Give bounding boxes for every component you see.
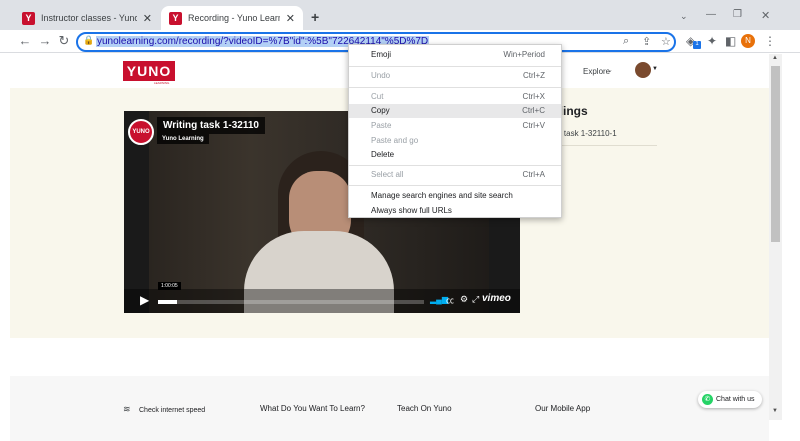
context-menu: Emoji Win+Period Undo Ctrl+Z Cut Ctrl+X Cop… (348, 44, 562, 218)
tab-recording[interactable]: Y Recording - Yuno Learning ✕ (161, 6, 303, 30)
extensions-puzzle-icon[interactable]: ✦ (707, 34, 717, 48)
chat-label: Chat with us (716, 396, 755, 403)
menu-shortcut: Ctrl+X (522, 92, 545, 101)
chrome-menu-icon[interactable]: ⋮ (764, 34, 776, 48)
zoom-search-icon[interactable]: ⌕ (623, 35, 629, 48)
chat-with-us-button[interactable]: ✆ Chat with us (698, 391, 762, 408)
close-tab-icon[interactable]: ✕ (286, 12, 295, 25)
wifi-icon: ≋ (123, 404, 131, 414)
menu-item-manage-search-engines[interactable]: Manage search engines and site search (349, 189, 561, 203)
side-panel-icon[interactable]: ◧ (725, 34, 736, 48)
menu-label: Emoji (371, 50, 392, 59)
menu-shortcut: Ctrl+A (522, 170, 545, 179)
tab-title: Instructor classes - Yuno Learning (41, 13, 137, 23)
menu-separator (349, 66, 561, 67)
scroll-down-arrow-icon[interactable]: ▼ (772, 408, 778, 414)
minimize-icon[interactable]: — (706, 9, 716, 20)
browser-tab-bar: Y Instructor classes - Yuno Learning ✕ Y… (0, 0, 800, 30)
logo-subtext: LEARNING (154, 81, 170, 85)
caret-down-icon[interactable]: ▼ (652, 66, 658, 72)
yuno-logo[interactable]: YUNO (123, 61, 175, 81)
chevron-down-icon[interactable]: ⌄ (607, 66, 613, 74)
site-footer: ≋ Check internet speed What Do You Want … (10, 376, 769, 441)
menu-item-show-full-urls[interactable]: Always show full URLs (349, 204, 561, 218)
play-icon[interactable]: ▶ (140, 293, 149, 307)
tab-search-icon[interactable]: ⌄ (680, 11, 688, 22)
back-icon[interactable]: ← (17, 33, 33, 48)
user-avatar[interactable] (635, 62, 651, 78)
reload-icon[interactable]: ↻ (56, 33, 72, 49)
whatsapp-icon: ✆ (702, 394, 713, 405)
menu-item-delete[interactable]: Delete (349, 148, 561, 162)
restore-icon[interactable]: ❐ (733, 9, 742, 20)
channel-avatar[interactable]: YUNO (128, 119, 154, 145)
check-internet-link[interactable]: Check internet speed (139, 407, 205, 414)
footer-col-app[interactable]: Our Mobile App (535, 404, 590, 413)
tab-instructor-classes[interactable]: Y Instructor classes - Yuno Learning ✕ (14, 6, 160, 30)
divider (551, 145, 657, 146)
bookmark-star-icon[interactable]: ☆ (661, 35, 671, 48)
footer-col-teach[interactable]: Teach On Yuno (397, 404, 452, 413)
vimeo-logo[interactable]: vimeo (482, 293, 511, 304)
menu-item-select-all[interactable]: Select all Ctrl+A (349, 168, 561, 182)
tab-title: Recording - Yuno Learning (188, 13, 280, 23)
share-icon[interactable]: ⇪ (642, 35, 651, 48)
menu-item-cut[interactable]: Cut Ctrl+X (349, 90, 561, 104)
menu-label: Manage search engines and site search (371, 191, 513, 200)
menu-separator (349, 185, 561, 186)
fullscreen-icon[interactable]: ⤢ (472, 294, 479, 305)
scrollbar-thumb[interactable] (771, 66, 780, 242)
channel-avatar-text: YUNO (132, 129, 150, 135)
menu-shortcut: Ctrl+Z (523, 71, 545, 80)
menu-shortcut: Ctrl+C (522, 106, 545, 115)
scroll-up-arrow-icon[interactable]: ▲ (772, 55, 778, 61)
yuno-favicon-icon: Y (169, 11, 182, 25)
menu-label: Paste and go (371, 136, 419, 145)
settings-gear-icon[interactable]: ⚙ (460, 294, 468, 305)
menu-label: Select all (371, 170, 404, 179)
video-controls: ▶ 1:00:05 ▂▄▆ ㏄ ⚙ ⤢ vimeo (124, 282, 520, 313)
menu-label: Copy (371, 106, 390, 115)
menu-item-undo[interactable]: Undo Ctrl+Z (349, 69, 561, 83)
close-tab-icon[interactable]: ✕ (143, 12, 152, 25)
video-title[interactable]: Writing task 1-32110 (157, 117, 265, 134)
menu-label: Paste (371, 121, 392, 130)
forward-icon[interactable]: → (37, 33, 53, 48)
menu-label: Undo (371, 71, 391, 80)
seek-progress (158, 300, 177, 304)
menu-item-copy[interactable]: Copy Ctrl+C (349, 104, 561, 118)
page-scrollbar[interactable]: ▲ ▼ (769, 54, 782, 420)
video-channel[interactable]: Yuno Learning (157, 134, 209, 144)
menu-label: Always show full URLs (371, 206, 452, 215)
menu-shortcut: Win+Period (503, 50, 545, 59)
menu-separator (349, 165, 561, 166)
menu-item-paste[interactable]: Paste Ctrl+V (349, 119, 561, 133)
new-tab-button[interactable]: + (311, 9, 319, 25)
yuno-favicon-icon: Y (22, 11, 35, 25)
menu-item-emoji[interactable]: Emoji Win+Period (349, 48, 561, 62)
menu-shortcut: Ctrl+V (522, 121, 545, 130)
menu-item-paste-and-go[interactable]: Paste and go (349, 134, 561, 148)
seek-bar[interactable] (158, 300, 424, 304)
menu-label: Delete (371, 150, 395, 159)
menu-separator (349, 87, 561, 88)
close-window-icon[interactable]: ✕ (761, 9, 770, 22)
timestamp-tooltip: 1:00:05 (158, 282, 181, 290)
extension-badge: 1 (693, 41, 701, 49)
lock-icon[interactable]: 🔒 (83, 35, 94, 46)
profile-avatar[interactable]: N (741, 34, 755, 48)
menu-label: Cut (371, 92, 384, 101)
footer-col-learn[interactable]: What Do You Want To Learn? (260, 404, 365, 413)
logo-text: YUNO (126, 63, 172, 79)
captions-icon[interactable]: ㏄ (446, 295, 454, 306)
